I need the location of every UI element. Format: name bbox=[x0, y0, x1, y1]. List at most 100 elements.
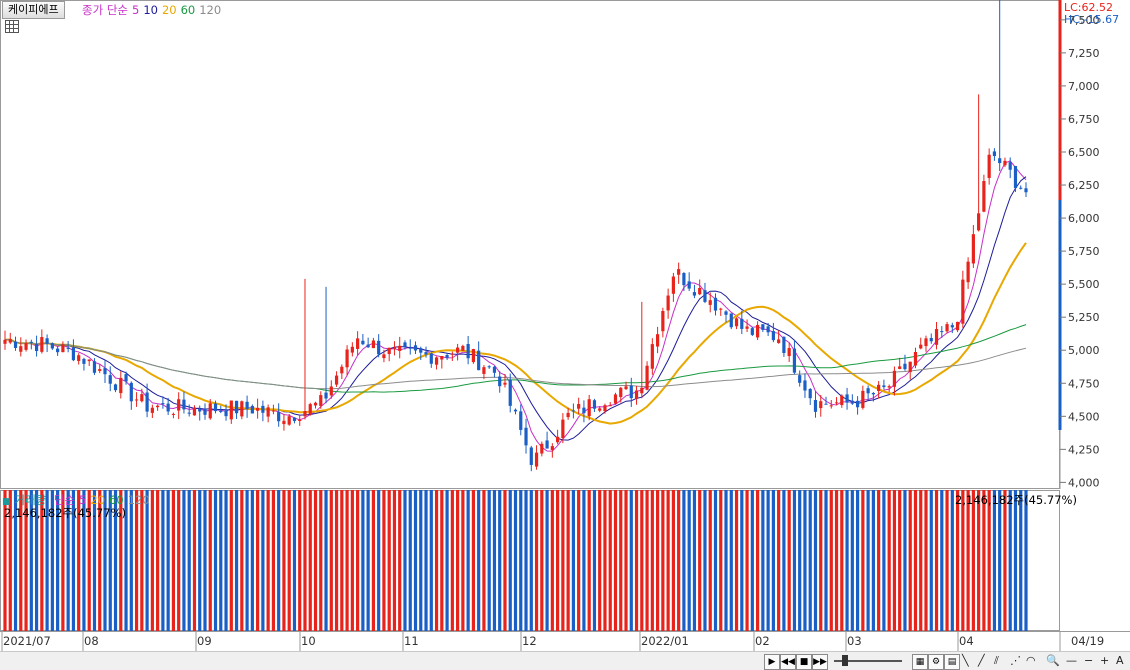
volume-bar bbox=[566, 490, 570, 631]
candle-body bbox=[408, 347, 412, 349]
volume-bar bbox=[366, 490, 370, 631]
candle-body bbox=[487, 366, 491, 368]
plus-icon[interactable]: + bbox=[1100, 654, 1109, 668]
volume-bar bbox=[456, 490, 460, 631]
layout-icon[interactable]: ▤ bbox=[944, 654, 960, 670]
candle-body bbox=[392, 347, 397, 349]
volume-bar bbox=[634, 490, 639, 631]
price-tick-label: 6,500 bbox=[1068, 146, 1100, 159]
ma10-label[interactable]: 10 bbox=[143, 3, 158, 17]
channel-icon[interactable]: ⫽ bbox=[994, 654, 999, 668]
volume-chart[interactable]: 30,000K20,000K10,000K bbox=[0, 490, 1130, 631]
candle-body bbox=[356, 338, 360, 349]
candle-body bbox=[382, 354, 386, 359]
candle-body bbox=[498, 376, 502, 387]
volume-chart-pane[interactable]: 30,000K20,000K10,000K ■거래량 단순52060120 2,… bbox=[0, 490, 1130, 631]
settings-icon[interactable]: ⚙ bbox=[928, 654, 944, 670]
volume-bar bbox=[766, 490, 770, 631]
volume-bar bbox=[998, 490, 1002, 631]
date-tick-label: 09 bbox=[197, 634, 212, 648]
candle-body bbox=[29, 341, 33, 343]
magnifier-icon[interactable]: 🔍 bbox=[1046, 654, 1060, 668]
ma60-label[interactable]: 60 bbox=[181, 3, 196, 17]
ma5-label[interactable]: 5 bbox=[132, 3, 139, 17]
price-chart-pane[interactable]: 7,500 7,250 7,000 6,750 6,500 6,250 6,000 5,750… bbox=[0, 0, 1130, 489]
candle-body bbox=[13, 341, 18, 348]
volume-bar bbox=[898, 490, 902, 631]
volume-bar bbox=[871, 490, 875, 631]
volume-bar bbox=[503, 490, 507, 631]
volume-bar bbox=[340, 490, 344, 631]
price-chart[interactable]: 7,5007,2507,0006,7506,5006,2506,0005,750… bbox=[0, 0, 1130, 489]
volume-bar bbox=[245, 490, 249, 631]
candle-body bbox=[855, 400, 860, 408]
candle-body bbox=[866, 388, 870, 394]
candle-body bbox=[450, 353, 454, 355]
candle-body bbox=[719, 308, 723, 310]
volume-bar bbox=[819, 490, 823, 631]
candle-body bbox=[108, 375, 112, 384]
volume-bar bbox=[408, 490, 412, 631]
candle-body bbox=[124, 374, 128, 382]
volume-bar bbox=[208, 490, 212, 631]
candle-body bbox=[503, 382, 507, 385]
candle-body bbox=[19, 346, 23, 352]
volume-bar bbox=[729, 490, 733, 631]
candle-body bbox=[924, 338, 928, 347]
ma20-label[interactable]: 20 bbox=[162, 3, 177, 17]
date-tick-label: 11 bbox=[404, 634, 419, 648]
cursor-icon[interactable]: ╲ bbox=[962, 654, 969, 668]
stock-name-button[interactable]: 케이피에프 bbox=[2, 1, 65, 19]
price-y-axis: 7,5007,2507,0006,7506,5006,2506,0005,750… bbox=[1060, 14, 1100, 489]
text-tool-icon[interactable]: A bbox=[1116, 654, 1124, 668]
candle-body bbox=[161, 403, 165, 405]
candle-body bbox=[887, 386, 891, 388]
candle-body bbox=[582, 407, 586, 414]
scroll-right-button[interactable]: ▶ bbox=[764, 654, 780, 670]
volume-bar bbox=[887, 490, 891, 631]
ma120-label[interactable]: 120 bbox=[199, 3, 221, 17]
candle-body bbox=[24, 343, 28, 350]
rewind-button[interactable]: ◀◀ bbox=[780, 654, 796, 670]
zoom-slider-handle[interactable] bbox=[842, 655, 848, 666]
candle-body bbox=[456, 347, 460, 353]
vol-ma120-label[interactable]: 120 bbox=[128, 493, 150, 507]
shape-icon[interactable]: ◠ bbox=[1026, 654, 1036, 668]
dash-icon[interactable]: — bbox=[1066, 654, 1077, 668]
minus-icon[interactable]: − bbox=[1084, 654, 1093, 668]
candle-body bbox=[808, 388, 812, 399]
trendline-icon[interactable]: ╱ bbox=[978, 654, 985, 668]
candle-body bbox=[387, 347, 391, 354]
stop-button[interactable]: ■ bbox=[796, 654, 812, 670]
candle-body bbox=[429, 353, 433, 364]
candle-body bbox=[303, 411, 307, 417]
candle-body bbox=[771, 331, 775, 341]
volume-bar bbox=[271, 490, 276, 631]
candle-body bbox=[492, 366, 497, 373]
candle-body bbox=[313, 402, 318, 406]
fast-forward-button[interactable]: ▶▶ bbox=[812, 654, 828, 670]
volume-bar bbox=[1019, 490, 1023, 631]
volume-bar bbox=[440, 490, 444, 631]
volume-bar bbox=[403, 490, 407, 631]
volume-bar bbox=[140, 490, 144, 631]
volume-bar bbox=[934, 490, 939, 631]
price-tick-label: 6,750 bbox=[1068, 113, 1100, 126]
fib-icon[interactable]: ⋰ bbox=[1010, 654, 1021, 668]
volume-bar bbox=[461, 490, 465, 631]
volume-bar bbox=[356, 490, 360, 631]
volume-bar bbox=[861, 490, 865, 631]
volume-bar bbox=[134, 490, 139, 631]
grid-icon[interactable] bbox=[5, 20, 19, 33]
candle-body bbox=[334, 375, 339, 385]
volume-bar bbox=[540, 490, 544, 631]
volume-bar bbox=[166, 490, 170, 631]
candle-body bbox=[992, 151, 997, 157]
candle-body bbox=[598, 408, 602, 411]
candle-body bbox=[413, 345, 418, 351]
date-tick-label: 02 bbox=[755, 634, 770, 648]
candle-body bbox=[282, 420, 286, 425]
candle-body bbox=[556, 436, 560, 443]
candle-body bbox=[692, 292, 697, 296]
zoom-icon[interactable]: ▦ bbox=[912, 654, 928, 670]
